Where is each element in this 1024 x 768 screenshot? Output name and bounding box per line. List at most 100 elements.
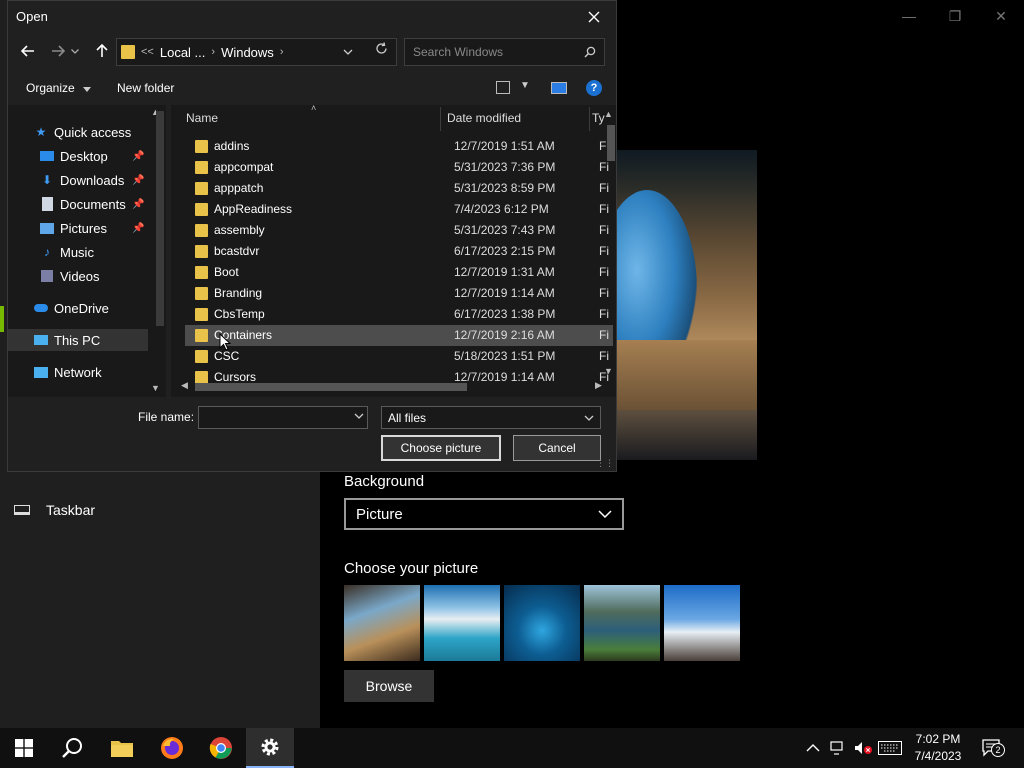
show-hidden-icons[interactable] xyxy=(806,728,820,768)
breadcrumb-windows[interactable]: Windows xyxy=(221,45,274,60)
nav-pictures[interactable]: Pictures 📌 xyxy=(40,217,150,239)
close-button[interactable]: ✕ xyxy=(978,0,1024,32)
file-type: Fi xyxy=(599,223,609,237)
column-name[interactable]: Name xyxy=(186,105,436,131)
column-divider[interactable] xyxy=(589,107,590,131)
file-row[interactable]: bcastdvr 6/17/2023 2:15 PM Fi xyxy=(185,241,613,262)
new-folder-button[interactable]: New folder xyxy=(117,81,174,95)
selected-nav-accent xyxy=(0,306,4,332)
settings-button[interactable] xyxy=(246,728,294,768)
network-tray-icon[interactable] xyxy=(830,728,848,768)
hscroll-thumb[interactable] xyxy=(195,383,467,391)
file-row[interactable]: Branding 12/7/2019 1:14 AM Fi xyxy=(185,283,613,304)
column-divider[interactable] xyxy=(440,107,441,131)
nav-this-pc[interactable]: This PC xyxy=(8,329,148,351)
forward-button[interactable] xyxy=(46,39,70,63)
file-row[interactable]: assembly 5/31/2023 7:43 PM Fi xyxy=(185,220,613,241)
picture-thumbnail[interactable] xyxy=(584,585,660,661)
refresh-icon xyxy=(376,42,387,54)
view-list-icon[interactable] xyxy=(496,81,510,94)
chevron-right-icon: › xyxy=(279,46,284,58)
search-input[interactable]: Search Windows xyxy=(404,38,605,66)
nav-downloads[interactable]: ⬇ Downloads 📌 xyxy=(40,169,150,191)
firefox-button[interactable] xyxy=(148,728,196,768)
background-select[interactable]: Picture xyxy=(344,498,624,530)
action-center-button[interactable]: 2 xyxy=(982,728,1005,768)
vscroll-up[interactable]: ▲ xyxy=(604,109,613,119)
refresh-button[interactable] xyxy=(375,42,388,58)
nav-desktop[interactable]: Desktop 📌 xyxy=(40,145,150,167)
address-dropdown-button[interactable] xyxy=(343,43,353,58)
vscroll-thumb[interactable] xyxy=(607,125,615,161)
settings-nav-taskbar[interactable]: Taskbar xyxy=(14,502,95,518)
breadcrumb-overflow[interactable]: << xyxy=(141,46,154,58)
resize-grip[interactable]: ⋮⋮ xyxy=(596,458,614,469)
cancel-button[interactable]: Cancel xyxy=(513,435,601,461)
file-row[interactable]: CbsTemp 6/17/2023 1:38 PM Fi xyxy=(185,304,613,325)
hscroll-left[interactable]: ◀ xyxy=(181,380,188,391)
file-row[interactable]: CSC 5/18/2023 1:51 PM Fi xyxy=(185,346,613,367)
chevron-right-icon: › xyxy=(211,46,216,58)
organize-button[interactable]: Organize xyxy=(26,81,92,95)
file-row[interactable]: addins 12/7/2019 1:51 AM Fi xyxy=(185,136,613,157)
clock[interactable]: 7:02 PM 7/4/2023 xyxy=(900,731,976,765)
view-options-button[interactable]: ▼ xyxy=(520,80,530,91)
vscroll-down[interactable]: ▼ xyxy=(604,366,613,376)
picture-thumbnail[interactable] xyxy=(504,585,580,661)
arrow-left-icon xyxy=(21,45,34,57)
nav-network[interactable]: Network xyxy=(34,361,102,383)
recent-locations-button[interactable] xyxy=(68,39,82,63)
nav-music[interactable]: ♪ Music xyxy=(40,241,94,263)
file-row[interactable]: Boot 12/7/2019 1:31 AM Fi xyxy=(185,262,613,283)
hscroll-right[interactable]: ▶ xyxy=(595,380,602,391)
maximize-button[interactable]: ❐ xyxy=(932,0,978,32)
file-name: CbsTemp xyxy=(214,307,265,321)
file-row[interactable]: AppReadiness 7/4/2023 6:12 PM Fi xyxy=(185,199,613,220)
file-row[interactable]: appcompat 5/31/2023 7:36 PM Fi xyxy=(185,157,613,178)
settings-window-controls: — ❐ ✕ xyxy=(886,0,1024,32)
browse-button[interactable]: Browse xyxy=(344,670,434,702)
file-name: Cursors xyxy=(214,370,257,384)
file-row[interactable]: apppatch 5/31/2023 8:59 PM Fi xyxy=(185,178,613,199)
file-name-input[interactable] xyxy=(198,406,368,429)
open-dialog: Open << Local ... › Windows › Search Win… xyxy=(7,0,617,472)
volume-tray-icon[interactable] xyxy=(854,728,874,768)
dialog-close-button[interactable] xyxy=(578,3,610,31)
chrome-button[interactable] xyxy=(197,728,245,768)
address-bar[interactable]: << Local ... › Windows › xyxy=(116,38,397,66)
search-button[interactable] xyxy=(48,728,96,768)
mouse-cursor-icon xyxy=(219,333,231,351)
nav-quick-access[interactable]: ★ Quick access xyxy=(34,121,132,143)
file-type: Fi xyxy=(599,349,609,363)
chevron-down-icon xyxy=(343,49,353,55)
file-name: Branding xyxy=(214,286,263,300)
keyboard-tray-icon[interactable] xyxy=(878,728,902,768)
minimize-button[interactable]: — xyxy=(886,0,932,32)
nav-scrollbar[interactable] xyxy=(156,111,164,326)
nav-scroll-down[interactable]: ▼ xyxy=(151,383,160,393)
up-button[interactable] xyxy=(90,39,114,63)
file-name-dropdown[interactable] xyxy=(354,411,364,422)
file-row[interactable]: Containers 12/7/2019 2:16 AM Fi xyxy=(185,325,613,346)
column-date-modified[interactable]: Date modified xyxy=(447,105,587,131)
file-type-filter[interactable]: All files xyxy=(381,406,601,429)
help-icon[interactable]: ? xyxy=(586,80,602,96)
nav-onedrive[interactable]: OneDrive xyxy=(34,297,109,319)
picture-thumbnail[interactable] xyxy=(424,585,500,661)
caret-down-icon xyxy=(83,87,92,92)
file-explorer-button[interactable] xyxy=(98,728,146,768)
file-name: AppReadiness xyxy=(214,202,293,216)
preview-pane-icon[interactable] xyxy=(551,82,567,94)
folder-icon xyxy=(195,224,208,237)
back-button[interactable] xyxy=(16,39,40,63)
nav-videos[interactable]: Videos xyxy=(40,265,100,287)
picture-thumbnail[interactable] xyxy=(344,585,420,661)
file-date: 6/17/2023 1:38 PM xyxy=(454,307,556,321)
breadcrumb-local[interactable]: Local ... xyxy=(160,45,206,60)
picture-thumbnail[interactable] xyxy=(664,585,740,661)
download-icon: ⬇ xyxy=(41,173,53,187)
choose-picture-button[interactable]: Choose picture xyxy=(381,435,501,461)
nav-documents[interactable]: Documents 📌 xyxy=(40,193,150,215)
file-date: 6/17/2023 2:15 PM xyxy=(454,244,556,258)
start-button[interactable] xyxy=(0,728,48,768)
